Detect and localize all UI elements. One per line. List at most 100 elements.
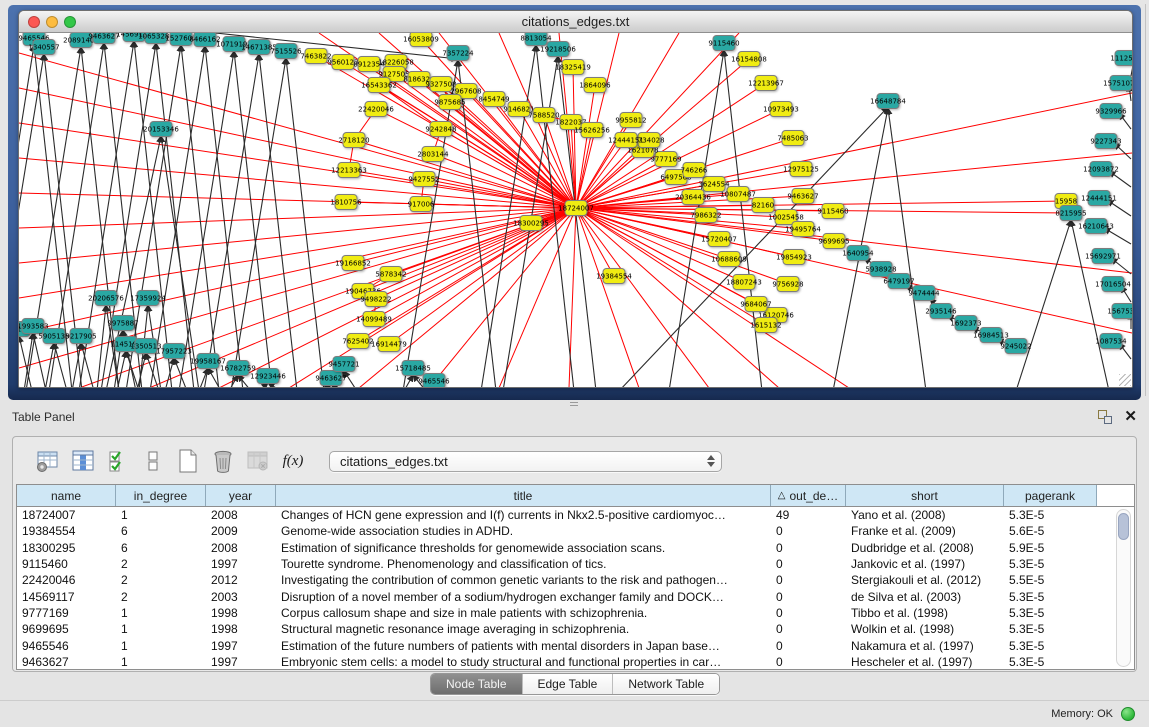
table-cell[interactable]: Disruption of a novel member of a sodium… bbox=[276, 590, 771, 604]
table-cell[interactable]: Stergiakouli et al. (2012) bbox=[846, 573, 1004, 587]
graph-node[interactable]: 7485063 bbox=[777, 131, 808, 146]
table-cell[interactable]: 0 bbox=[771, 524, 846, 538]
network-window[interactable]: citations_edges.txt 18724007746382295601… bbox=[18, 10, 1133, 388]
resize-grip-icon[interactable] bbox=[1119, 374, 1131, 386]
graph-node[interactable]: 6479197 bbox=[883, 274, 914, 289]
unselect-all-icon[interactable] bbox=[140, 448, 166, 474]
graph-node[interactable]: 9463627 bbox=[315, 371, 346, 386]
graph-node[interactable]: 7625402 bbox=[342, 334, 373, 349]
citation-network-graph[interactable]: 1872400774638229560123891235418226058912… bbox=[19, 33, 1132, 387]
graph-node[interactable]: 9684067 bbox=[740, 297, 771, 312]
table-selector-dropdown[interactable]: citations_edges.txt bbox=[329, 451, 722, 472]
graph-node[interactable]: 9955812 bbox=[615, 113, 646, 128]
table-cell[interactable]: Franke et al. (2009) bbox=[846, 524, 1004, 538]
table-cell[interactable]: 6 bbox=[116, 524, 206, 538]
graph-node[interactable]: 917006 bbox=[408, 197, 435, 212]
graph-node[interactable]: 1640954 bbox=[842, 246, 874, 261]
table-cell[interactable]: Tibbo et al. (1998) bbox=[846, 606, 1004, 620]
table-cell[interactable]: 49 bbox=[771, 508, 846, 522]
table-row[interactable]: 969969511998Structural magnetic resonanc… bbox=[17, 621, 1134, 637]
table-row[interactable]: 977716911998Corpus callosum shape and si… bbox=[17, 605, 1134, 621]
memory-status-indicator-icon[interactable] bbox=[1121, 707, 1135, 721]
table-cell[interactable]: 0 bbox=[771, 655, 846, 669]
table-row[interactable]: 1830029562008Estimation of significance … bbox=[17, 540, 1134, 556]
graph-node[interactable]: 1340557 bbox=[28, 40, 59, 55]
graph-node[interactable]: 9699695 bbox=[818, 234, 849, 249]
table-cell[interactable]: 2003 bbox=[206, 590, 276, 604]
table-cell[interactable]: Estimation of significance thresholds fo… bbox=[276, 541, 771, 555]
graph-node[interactable]: 9242848 bbox=[425, 122, 456, 137]
tab-node-table[interactable]: Node Table bbox=[431, 674, 523, 694]
graph-node[interactable]: 15720407 bbox=[701, 232, 737, 247]
close-window-icon[interactable] bbox=[28, 16, 40, 28]
graph-node[interactable]: 1810756 bbox=[330, 195, 362, 210]
delete-table-icon[interactable] bbox=[245, 448, 271, 474]
table-cell[interactable]: 5.3E-5 bbox=[1004, 606, 1097, 620]
table-cell[interactable]: 9465546 bbox=[17, 639, 116, 653]
table-cell[interactable]: 5.5E-5 bbox=[1004, 573, 1097, 587]
table-cell[interactable]: Nakamura et al. (1997) bbox=[846, 639, 1004, 653]
graph-node[interactable]: 9115460 bbox=[817, 204, 848, 219]
table-cell[interactable]: 5.6E-5 bbox=[1004, 524, 1097, 538]
table-cell[interactable]: 5.9E-5 bbox=[1004, 541, 1097, 555]
table-cell[interactable]: 2009 bbox=[206, 524, 276, 538]
table-cell[interactable]: 2 bbox=[116, 590, 206, 604]
graph-node[interactable]: 10688609 bbox=[711, 252, 747, 267]
close-panel-icon[interactable]: ✕ bbox=[1124, 410, 1137, 424]
table-settings-icon[interactable] bbox=[35, 448, 61, 474]
graph-node[interactable]: 9457721 bbox=[328, 357, 359, 372]
graph-node[interactable]: 3624554 bbox=[698, 177, 730, 192]
table-cell[interactable]: 6 bbox=[116, 541, 206, 555]
table-cell[interactable]: Tourette syndrome. Phenomenology and cla… bbox=[276, 557, 771, 571]
table-cell[interactable]: 1 bbox=[116, 606, 206, 620]
graph-node[interactable]: 20206576 bbox=[88, 291, 124, 306]
table-cell[interactable]: 0 bbox=[771, 606, 846, 620]
table-cell[interactable]: 1998 bbox=[206, 606, 276, 620]
graph-node[interactable]: 9329966 bbox=[1095, 104, 1127, 119]
graph-node[interactable]: 1615132 bbox=[750, 318, 781, 333]
table-cell[interactable]: 0 bbox=[771, 622, 846, 636]
graph-node[interactable]: 9975887 bbox=[107, 316, 138, 331]
new-column-icon[interactable] bbox=[175, 448, 201, 474]
graph-node[interactable]: 1864096 bbox=[579, 78, 611, 93]
zoom-window-icon[interactable] bbox=[64, 16, 76, 28]
minimize-window-icon[interactable] bbox=[46, 16, 58, 28]
graph-node[interactable]: 20153346 bbox=[143, 122, 179, 137]
graph-node[interactable]: 746266 bbox=[681, 163, 708, 178]
table-cell[interactable]: 1998 bbox=[206, 622, 276, 636]
table-cell[interactable]: 0 bbox=[771, 557, 846, 571]
graph-node[interactable]: 2803144 bbox=[417, 147, 449, 162]
table-cell[interactable]: 2 bbox=[116, 557, 206, 571]
graph-node[interactable]: 16984513 bbox=[973, 328, 1009, 343]
table-cell[interactable]: Embryonic stem cells: a model to study s… bbox=[276, 655, 771, 669]
delete-column-icon[interactable] bbox=[210, 448, 236, 474]
table-cell[interactable]: 9777169 bbox=[17, 606, 116, 620]
table-cell[interactable]: 2 bbox=[116, 573, 206, 587]
table-row[interactable]: 911546021997Tourette syndrome. Phenomeno… bbox=[17, 556, 1134, 572]
column-header-year[interactable]: year bbox=[206, 485, 276, 506]
graph-node[interactable]: 16914479 bbox=[371, 337, 407, 352]
graph-node[interactable]: 8215955 bbox=[1055, 206, 1086, 221]
column-header-short[interactable]: short bbox=[846, 485, 1004, 506]
graph-node[interactable]: 16053809 bbox=[403, 33, 439, 47]
graph-node[interactable]: 9245022 bbox=[1000, 339, 1031, 354]
graph-node[interactable]: 9227343 bbox=[1090, 134, 1121, 149]
table-row[interactable]: 1456911722003Disruption of a novel membe… bbox=[17, 588, 1134, 604]
table-cell[interactable]: 1 bbox=[116, 655, 206, 669]
graph-node[interactable]: 2718120 bbox=[338, 133, 369, 148]
column-header-name[interactable]: name bbox=[17, 485, 116, 506]
graph-node[interactable]: 9115460 bbox=[708, 36, 739, 51]
graph-node[interactable]: 9465546 bbox=[418, 374, 450, 388]
function-builder-icon[interactable]: f(x) bbox=[280, 448, 306, 474]
graph-node[interactable]: 9463627 bbox=[787, 189, 818, 204]
graph-node[interactable]: 16154808 bbox=[731, 52, 767, 67]
table-cell[interactable]: 9115460 bbox=[17, 557, 116, 571]
graph-node[interactable]: 19854923 bbox=[776, 250, 812, 265]
graph-node[interactable]: 9427552 bbox=[408, 172, 439, 187]
graph-node[interactable]: 1567533 bbox=[1107, 304, 1132, 319]
table-cell[interactable]: 1997 bbox=[206, 639, 276, 653]
graph-node[interactable]: 22420046 bbox=[358, 102, 394, 117]
table-cell[interactable]: 14569117 bbox=[17, 590, 116, 604]
table-cell[interactable]: 1 bbox=[116, 622, 206, 636]
graph-node[interactable]: 15751074 bbox=[1103, 76, 1132, 91]
